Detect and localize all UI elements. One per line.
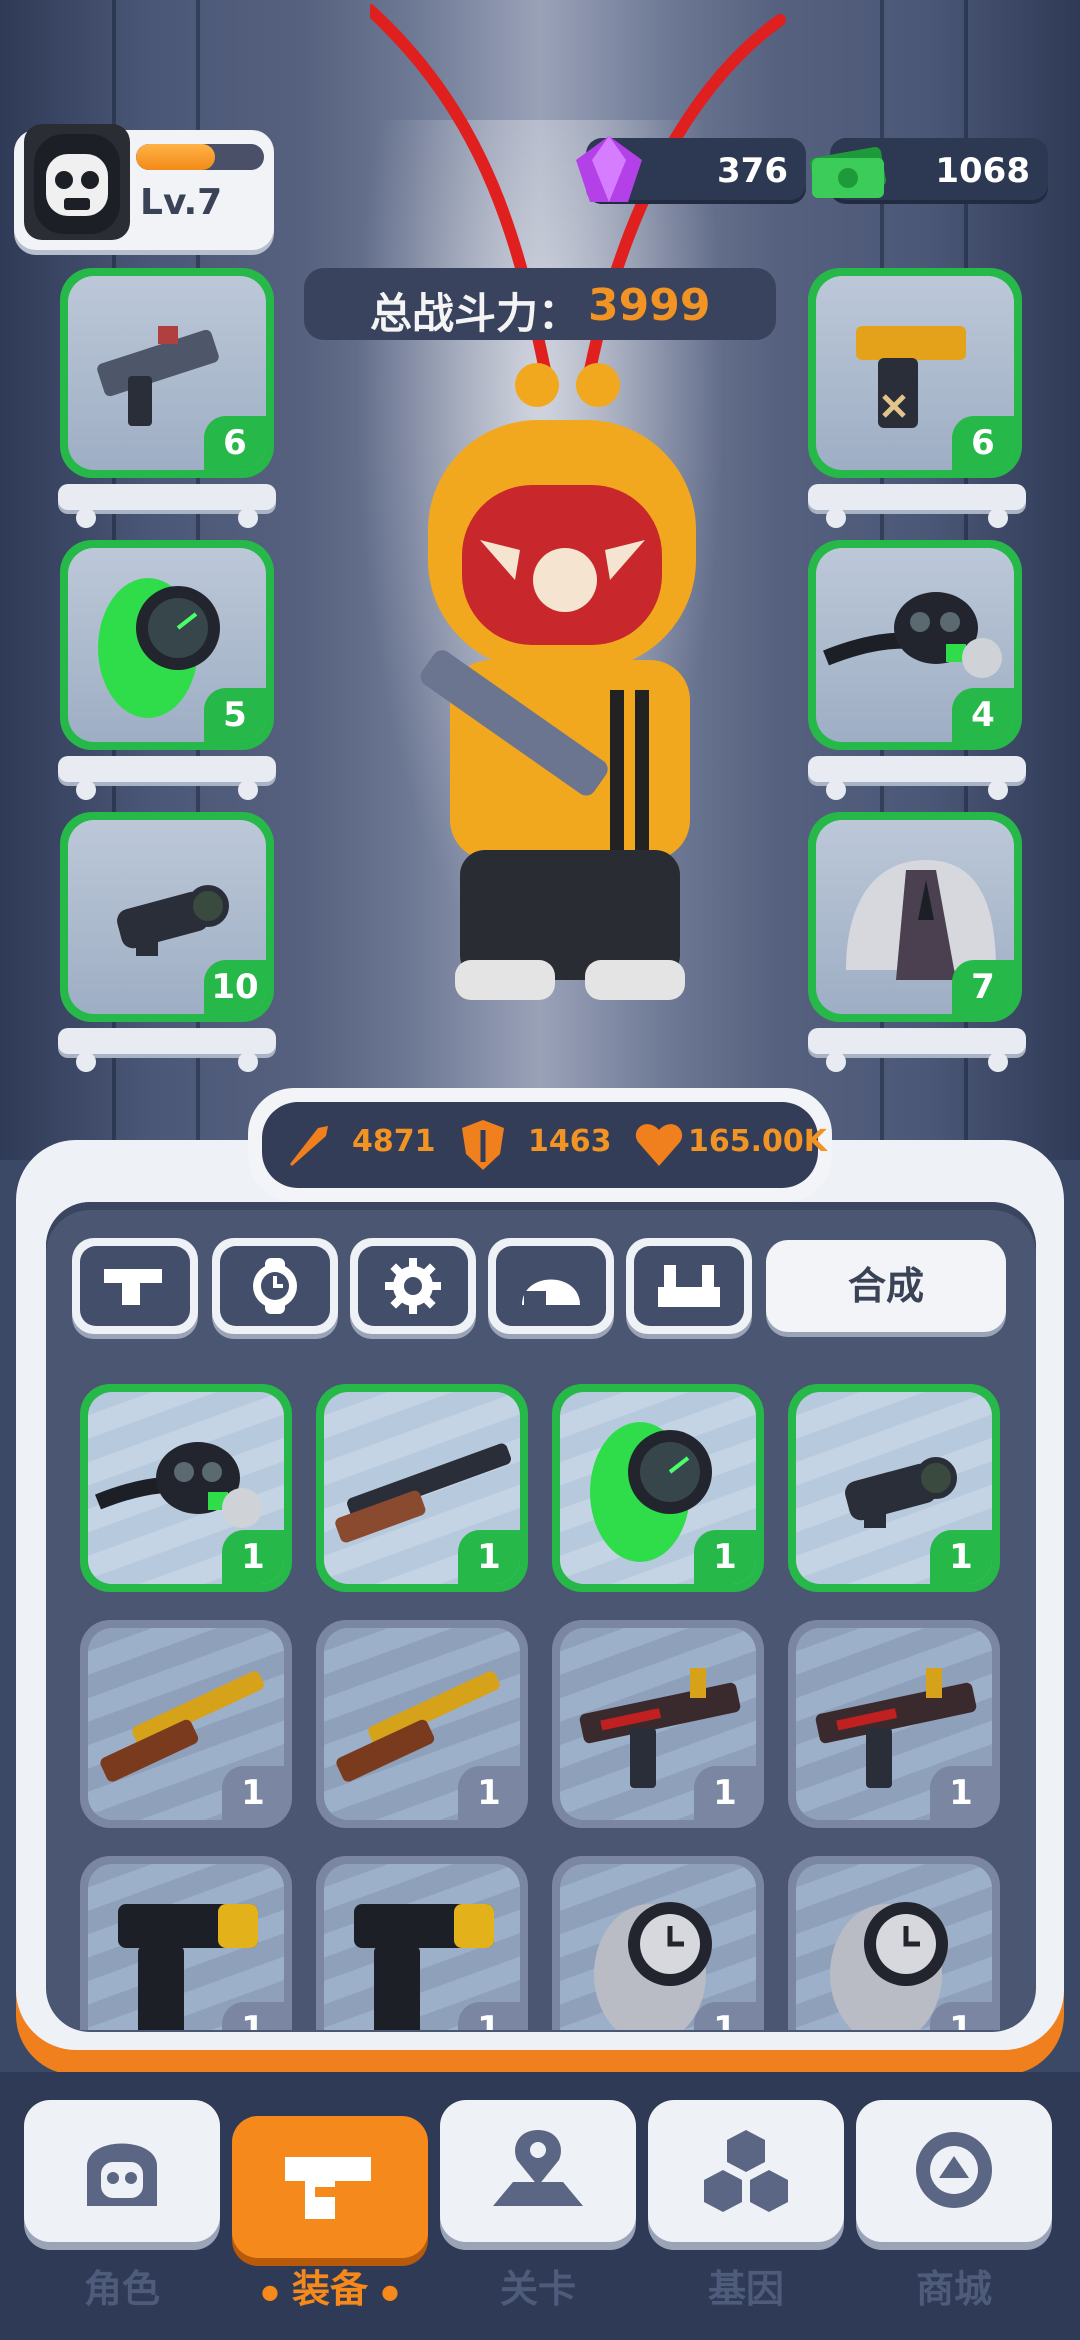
inventory-item[interactable]: 1 <box>788 1856 1000 2030</box>
cash-count: 1068 <box>935 151 1030 191</box>
stats-bar: 4871 1463 165.00K <box>248 1088 832 1202</box>
tab-armor[interactable] <box>626 1238 752 1334</box>
tab-weapon[interactable] <box>72 1238 198 1334</box>
inventory-item[interactable]: 1 <box>80 1384 292 1592</box>
item-count: 1 <box>458 1530 520 1584</box>
inventory-item[interactable]: 1 <box>788 1384 1000 1592</box>
nav-label-levels: 关卡 <box>499 2267 576 2311</box>
inventory-item[interactable]: 1 <box>788 1620 1000 1828</box>
slot-count: 6 <box>952 416 1014 470</box>
attack-icon <box>290 1126 328 1166</box>
nav-equipment[interactable] <box>232 2116 428 2258</box>
weapon-icon <box>285 2157 371 2219</box>
nav-genes[interactable] <box>648 2100 844 2242</box>
inventory-item[interactable]: 1 <box>552 1620 764 1828</box>
item-count: 1 <box>694 1530 756 1584</box>
equip-slot-watch[interactable]: 5 <box>60 540 274 750</box>
defense-value: 1463 <box>528 1124 612 1159</box>
power-value: 3999 <box>588 280 711 331</box>
player-level: Lv.7 <box>140 182 223 223</box>
tab-watch[interactable] <box>212 1238 338 1334</box>
slot-count: 4 <box>952 688 1014 742</box>
gem-count: 376 <box>717 151 788 191</box>
player-card[interactable]: Lv.7 <box>14 124 274 250</box>
shield-icon <box>462 1120 504 1170</box>
watch-tab-icon <box>253 1258 297 1314</box>
slot-count: 6 <box>204 416 266 470</box>
helmet-tab-icon <box>522 1279 580 1305</box>
nav-label-genes: 基因 <box>707 2267 784 2311</box>
gear-tab-icon <box>385 1258 441 1314</box>
skull-icon <box>87 2143 157 2206</box>
inventory-item[interactable]: 1 <box>316 1620 528 1828</box>
inventory-item[interactable]: 1 <box>80 1856 292 2030</box>
cash-icon <box>810 147 886 198</box>
xp-bar <box>136 144 264 170</box>
item-count: 1 <box>694 2002 756 2030</box>
equip-slot-armor[interactable]: 7 <box>808 812 1022 1022</box>
total-power: 总战斗力： 3999 <box>304 268 776 340</box>
inventory-item[interactable]: 1 <box>552 1856 764 2030</box>
avatar[interactable] <box>24 124 130 240</box>
tab-gear[interactable] <box>350 1238 476 1334</box>
item-count: 1 <box>222 1530 284 1584</box>
item-count: 1 <box>458 2002 520 2030</box>
nav-shop[interactable] <box>856 2100 1052 2242</box>
item-count: 1 <box>930 2002 992 2030</box>
inventory-item[interactable]: 1 <box>552 1384 764 1592</box>
item-count: 1 <box>694 1766 756 1820</box>
equip-slot-mask[interactable]: 4 <box>808 540 1022 750</box>
health-value: 165.00K <box>688 1124 828 1159</box>
gem-icon <box>576 136 642 202</box>
item-count: 1 <box>458 1766 520 1820</box>
inventory-item[interactable]: 1 <box>316 1384 528 1592</box>
attack-value: 4871 <box>352 1124 436 1159</box>
power-label: 总战斗力： <box>370 289 581 338</box>
gun-tab-icon <box>104 1269 162 1305</box>
item-count: 1 <box>222 2002 284 2030</box>
item-count: 1 <box>930 1766 992 1820</box>
synthesize-button[interactable]: 合成 <box>766 1240 1006 1332</box>
item-count: 1 <box>930 1530 992 1584</box>
map-pin-icon <box>493 2130 583 2206</box>
inventory-item[interactable]: 1 <box>316 1856 528 2030</box>
hexagons-icon <box>704 2130 788 2212</box>
nav-label-shop: 商城 <box>915 2267 992 2311</box>
slot-count: 5 <box>204 688 266 742</box>
gem-counter[interactable]: 376 <box>576 136 806 204</box>
equip-slot-scope[interactable]: 10 <box>60 812 274 1022</box>
armor-tab-icon <box>658 1265 720 1307</box>
nav-levels[interactable] <box>440 2100 636 2242</box>
tab-helmet[interactable] <box>488 1238 614 1334</box>
slot-count: 10 <box>204 960 266 1014</box>
nav-label-equipment: ● 装备 ● <box>261 2267 399 2311</box>
nav-label-character: 角色 <box>83 2267 160 2311</box>
item-count: 1 <box>222 1766 284 1820</box>
slot-count: 7 <box>952 960 1014 1014</box>
heart-icon <box>635 1124 683 1166</box>
equip-slot-pistol[interactable]: 6 <box>808 268 1022 478</box>
shop-icon <box>916 2132 992 2208</box>
equip-slot-weapon[interactable]: 6 <box>60 268 274 478</box>
nav-character[interactable] <box>24 2100 220 2242</box>
inventory-item[interactable]: 1 <box>80 1620 292 1828</box>
cash-counter[interactable]: 1068 <box>810 138 1048 204</box>
